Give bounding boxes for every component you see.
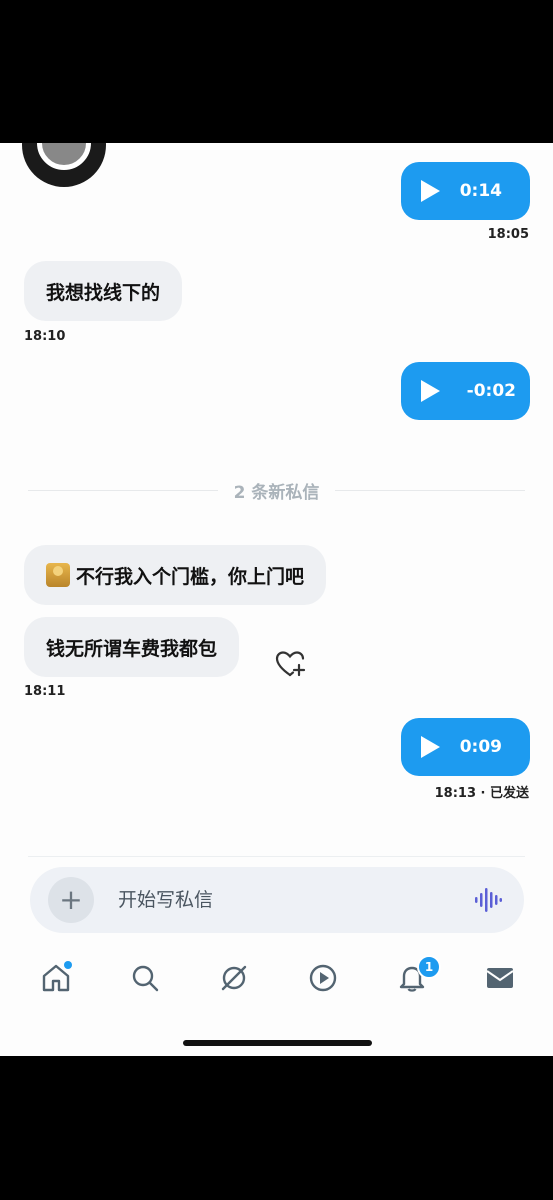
heart-plus-icon[interactable] xyxy=(274,648,306,680)
message-time: 18:05 xyxy=(487,227,529,242)
avatar[interactable] xyxy=(22,143,106,187)
nav-notifications[interactable]: 1 xyxy=(387,953,441,1003)
message-time: 18:11 xyxy=(24,684,66,699)
nav-search[interactable] xyxy=(120,953,170,1003)
message-bubble-received[interactable]: 我想找线下的 xyxy=(24,261,183,321)
message-text: 钱无所谓车费我都包 xyxy=(46,637,218,660)
voice-record-icon[interactable] xyxy=(474,887,502,913)
message-bubble-received[interactable]: 钱无所谓车费我都包 xyxy=(24,617,240,677)
play-circle-icon xyxy=(309,964,337,992)
compass-slash-icon xyxy=(221,965,247,991)
nav-messages[interactable] xyxy=(475,953,525,1003)
nav-home[interactable] xyxy=(31,953,81,1003)
composer-divider xyxy=(28,856,525,857)
home-unread-dot xyxy=(64,961,72,969)
play-icon[interactable] xyxy=(421,736,440,758)
add-media-button[interactable]: + xyxy=(48,877,94,923)
play-icon[interactable] xyxy=(421,180,440,202)
nav-video[interactable] xyxy=(298,953,348,1003)
play-icon[interactable] xyxy=(421,380,440,402)
nav-communities[interactable] xyxy=(209,953,259,1003)
chat-screen: 0:14 18:05 我想找线下的 18:10 -0:02 2 条新私信 不行我… xyxy=(0,143,553,1056)
emoji-icon xyxy=(46,563,70,587)
message-composer: + 开始写私信 xyxy=(30,867,524,933)
voice-duration: -0:02 xyxy=(466,381,516,401)
search-icon xyxy=(132,965,159,992)
voice-duration: 0:14 xyxy=(459,181,502,201)
message-input[interactable]: 开始写私信 xyxy=(118,867,213,933)
voice-message-sent[interactable]: 0:14 xyxy=(401,162,530,220)
message-bubble-received[interactable]: 不行我入个门槛，你上门吧 xyxy=(24,545,327,605)
voice-message-sent[interactable]: -0:02 xyxy=(401,362,530,420)
home-indicator xyxy=(183,1040,372,1046)
mail-icon xyxy=(486,968,514,988)
message-status: 18:13 · 已发送 xyxy=(434,786,529,801)
new-messages-divider: 2 条新私信 xyxy=(0,478,553,503)
message-time: 18:10 xyxy=(24,329,66,344)
message-text: 我想找线下的 xyxy=(46,281,161,304)
notification-badge: 1 xyxy=(417,955,441,979)
message-text: 不行我入个门槛，你上门吧 xyxy=(76,565,305,588)
voice-duration: 0:09 xyxy=(459,737,502,757)
bottom-navigation: 1 xyxy=(0,953,553,1003)
voice-message-sent[interactable]: 0:09 xyxy=(401,718,530,776)
